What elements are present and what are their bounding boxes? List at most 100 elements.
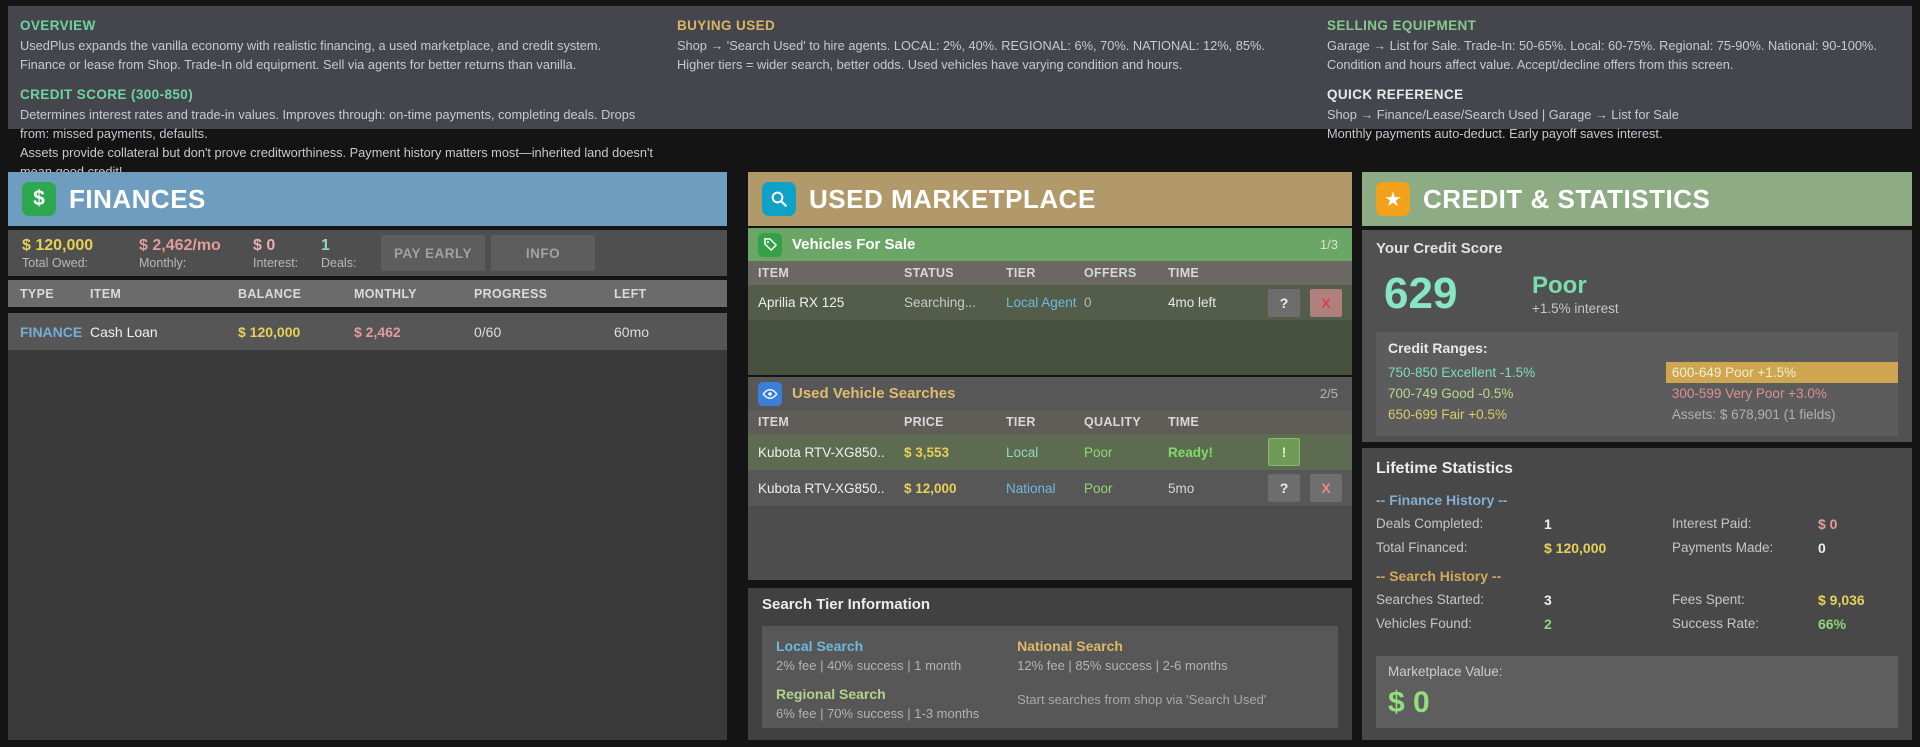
vehicles-for-sale-bar: Vehicles For Sale 1/3	[748, 228, 1352, 261]
searches-empty-area	[748, 506, 1352, 580]
vehicles-for-sale-title: Vehicles For Sale	[792, 236, 915, 253]
vehicle-searches-title: Used Vehicle Searches	[792, 385, 955, 402]
credit-score-heading: CREDIT SCORE (300-850)	[20, 87, 660, 102]
total-owed-value: $ 120,000	[22, 237, 139, 255]
total-financed-label: Total Financed:	[1376, 536, 1544, 560]
range-poor-current: 600-649 Poor +1.5%	[1666, 362, 1898, 383]
search-row-ready: Kubota RTV-XG850.. $ 3,553 Local Poor Re…	[748, 434, 1352, 470]
pay-early-button[interactable]: PAY EARLY	[381, 235, 485, 271]
overview-line-1: UsedPlus expands the vanilla economy wit…	[20, 36, 660, 55]
total-financed-value: $ 120,000	[1544, 536, 1672, 560]
finances-header: $ FINANCES	[8, 172, 727, 226]
finances-summary-bar: $ 120,000 Total Owed: $ 2,462/mo Monthly…	[8, 230, 727, 276]
buying-used-line-2: Higher tiers = wider search, better odds…	[677, 55, 1307, 74]
deals-label: Deals:	[321, 256, 381, 270]
help-bar: OVERVIEW UsedPlus expands the vanilla ec…	[8, 6, 1912, 129]
quick-reference-line-1: Shop → Finance/Lease/Search Used | Garag…	[1327, 105, 1897, 124]
credit-ranges-box: Credit Ranges: 750-850 Excellent -1.5% 7…	[1376, 332, 1898, 436]
finance-row-balance: $ 120,000	[238, 324, 354, 340]
credit-score-section: Your Credit Score 629 Poor +1.5% interes…	[1362, 230, 1912, 442]
col-left: LEFT	[614, 287, 727, 301]
searches-started-label: Searches Started:	[1376, 588, 1544, 612]
search-tier: Local	[1006, 445, 1084, 460]
marketplace-value-box: Marketplace Value: $ 0	[1376, 656, 1898, 728]
searches-table-header: ITEM PRICE TIER QUALITY TIME	[748, 410, 1352, 434]
vehicle-searches-count: 2/5	[1320, 386, 1338, 401]
total-owed-label: Total Owed:	[22, 256, 139, 270]
sale-help-button[interactable]: ?	[1268, 289, 1300, 317]
search-item: Kubota RTV-XG850..	[758, 481, 904, 496]
vehicles-found-value: 2	[1544, 612, 1672, 636]
sale-status: Searching...	[904, 295, 1006, 310]
credit-interest-modifier: +1.5% interest	[1532, 301, 1619, 316]
eye-icon	[758, 382, 782, 406]
search-quality: Poor	[1084, 445, 1168, 460]
col-price: PRICE	[904, 415, 1006, 429]
search-cancel-button[interactable]: X	[1310, 474, 1342, 502]
fees-spent-value: $ 9,036	[1818, 588, 1898, 612]
selling-line-1: Garage → List for Sale. Trade-In: 50-65%…	[1327, 36, 1897, 55]
search-help-button[interactable]: ?	[1268, 474, 1300, 502]
vehicles-for-sale-count: 1/3	[1320, 237, 1338, 252]
finance-row-type: FINANCE	[20, 324, 90, 340]
credit-score-line-1: Determines interest rates and trade-in v…	[20, 105, 660, 143]
search-tier-info-title: Search Tier Information	[762, 596, 1338, 618]
credit-title: CREDIT & STATISTICS	[1423, 184, 1710, 215]
search-tier: National	[1006, 481, 1084, 496]
searches-started-value: 3	[1544, 588, 1672, 612]
assets-value: Assets: $ 678,901 (1 fields)	[1672, 404, 1886, 425]
selling-line-2: Condition and hours affect value. Accept…	[1327, 55, 1897, 74]
vehicles-found-label: Vehicles Found:	[1376, 612, 1544, 636]
finances-panel: $ FINANCES $ 120,000 Total Owed: $ 2,462…	[8, 172, 727, 740]
col-monthly: MONTHLY	[354, 287, 474, 301]
search-row-pending: Kubota RTV-XG850.. $ 12,000 National Poo…	[748, 470, 1352, 506]
sale-cancel-button[interactable]: X	[1310, 289, 1342, 317]
local-search-title: Local Search	[776, 638, 1017, 658]
finances-title: FINANCES	[69, 184, 206, 215]
buying-used-line-1: Shop → 'Search Used' to hire agents. LOC…	[677, 36, 1307, 55]
vehicle-searches-bar: Used Vehicle Searches 2/5	[748, 377, 1352, 410]
fees-spent-label: Fees Spent:	[1672, 588, 1818, 612]
finance-row-left: 60mo	[614, 324, 727, 340]
search-icon	[762, 182, 796, 216]
col-time: TIME	[1168, 415, 1262, 429]
range-good: 700-749 Good -0.5%	[1388, 383, 1672, 404]
search-price: $ 12,000	[904, 481, 1006, 496]
range-excellent: 750-850 Excellent -1.5%	[1388, 362, 1672, 383]
col-item: ITEM	[90, 287, 238, 301]
lifetime-statistics-section: Lifetime Statistics -- Finance History -…	[1362, 448, 1912, 740]
col-tier: TIER	[1006, 415, 1084, 429]
local-search-desc: 2% fee | 40% success | 1 month	[776, 658, 1017, 678]
marketplace-title: USED MARKETPLACE	[809, 184, 1096, 215]
info-button[interactable]: INFO	[491, 235, 595, 271]
credit-panel: ★ CREDIT & STATISTICS Your Credit Score …	[1362, 172, 1912, 740]
selling-equipment-heading: SELLING EQUIPMENT	[1327, 18, 1897, 33]
search-tier-info-section: Search Tier Information Local Search 2% …	[748, 588, 1352, 740]
sale-tier: Local Agent	[1006, 295, 1084, 310]
search-tier-info-box: Local Search 2% fee | 40% success | 1 mo…	[762, 626, 1338, 728]
help-column-overview: OVERVIEW UsedPlus expands the vanilla ec…	[20, 18, 660, 181]
range-very-poor: 300-599 Very Poor +3.0%	[1672, 383, 1886, 404]
search-claim-button[interactable]: !	[1268, 438, 1300, 466]
credit-score-value: 629	[1384, 269, 1532, 319]
success-rate-label: Success Rate:	[1672, 612, 1818, 636]
finance-row-item: Cash Loan	[90, 324, 238, 340]
regional-search-desc: 6% fee | 70% success | 1-3 months	[776, 706, 1017, 726]
marketplace-value-label: Marketplace Value:	[1388, 664, 1886, 682]
interest-paid-label: Interest Paid:	[1672, 512, 1818, 536]
buying-used-heading: BUYING USED	[677, 18, 1307, 33]
col-offers: OFFERS	[1084, 266, 1168, 280]
for-sale-table-header: ITEM STATUS TIER OFFERS TIME	[748, 261, 1352, 285]
search-time: Ready!	[1168, 445, 1262, 460]
search-quality: Poor	[1084, 481, 1168, 496]
overview-heading: OVERVIEW	[20, 18, 660, 33]
quick-reference-heading: QUICK REFERENCE	[1327, 87, 1897, 102]
range-fair: 650-699 Fair +0.5%	[1388, 404, 1672, 425]
success-rate-value: 66%	[1818, 612, 1898, 636]
interest-label: Interest:	[253, 256, 321, 270]
finances-table-header: TYPE ITEM BALANCE MONTHLY PROGRESS LEFT	[8, 280, 727, 307]
interest-paid-value: $ 0	[1818, 512, 1898, 536]
national-search-title: National Search	[1017, 638, 1324, 658]
credit-score-label: Your Credit Score	[1362, 240, 1912, 262]
help-column-buying: BUYING USED Shop → 'Search Used' to hire…	[677, 18, 1307, 74]
